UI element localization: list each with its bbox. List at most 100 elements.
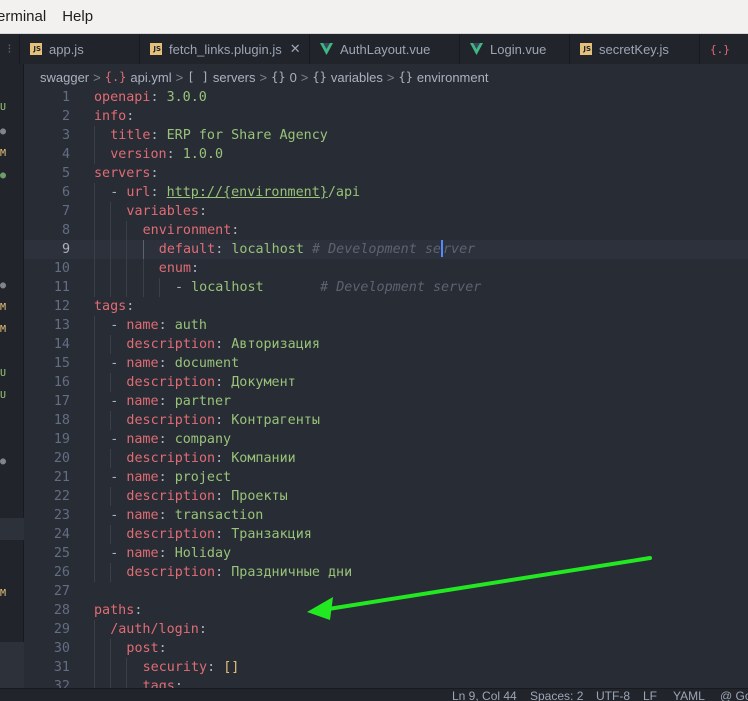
- code-token: Транзакция: [231, 527, 312, 542]
- code-token: version: [110, 147, 167, 162]
- code-content: servers:: [94, 164, 159, 183]
- tab-app-js[interactable]: JS app.js: [20, 34, 140, 64]
- breadcrumb-separator: >: [300, 69, 309, 85]
- indent-guide: [94, 145, 95, 164]
- code-line[interactable]: 28 paths:: [24, 601, 748, 620]
- line-ending-status[interactable]: LF: [643, 690, 657, 701]
- code-line[interactable]: 31 security: []: [24, 658, 748, 677]
- code-content: description: Транзакция: [126, 525, 311, 544]
- indent-guide: [94, 202, 95, 221]
- indent-guide: [110, 240, 112, 259]
- code-token: name: [126, 546, 159, 561]
- code-line[interactable]: 5 servers:: [24, 164, 748, 183]
- indent-guide: [94, 126, 95, 145]
- code-content: security: []: [143, 658, 240, 677]
- tab-label: Login.vue: [490, 41, 547, 57]
- tab-overflow-right[interactable]: {.}: [700, 34, 730, 64]
- code-line[interactable]: 1 openapi: 3.0.0: [24, 88, 748, 107]
- code-token: Документ: [231, 375, 296, 390]
- code-line[interactable]: 29/auth/login:: [24, 620, 748, 639]
- indentation-status[interactable]: Spaces: 2: [530, 690, 583, 701]
- code-line[interactable]: 11 - localhost # Development server: [24, 278, 748, 297]
- code-token: ERP for Share Agency: [166, 128, 328, 143]
- code-token: environment: [142, 223, 232, 238]
- code-line[interactable]: 18 description: Контрагенты: [24, 411, 748, 430]
- code-token: :: [158, 508, 175, 523]
- line-number: 12: [53, 299, 70, 314]
- code-line[interactable]: 12 tags:: [24, 297, 748, 316]
- code-line[interactable]: 26 description: Праздничные дни: [24, 563, 748, 582]
- code-line[interactable]: 25 - name: Holiday: [24, 544, 748, 563]
- indent-guide: [94, 411, 95, 430]
- breadcrumb-item[interactable]: environment: [417, 70, 489, 85]
- code-line[interactable]: 8 environment:: [24, 221, 748, 240]
- go-live-status[interactable]: @ Go: [720, 690, 748, 701]
- code-content: tags:: [94, 297, 134, 316]
- indent-guide: [94, 525, 95, 544]
- code-line[interactable]: 23 - name: transaction: [24, 506, 748, 525]
- code-token: :: [174, 679, 183, 688]
- close-icon[interactable]: ✕: [290, 41, 301, 57]
- code-line[interactable]: 16 description: Документ: [24, 373, 748, 392]
- tab-overflow-left[interactable]: ⁝: [0, 34, 20, 64]
- code-token: :: [158, 641, 167, 656]
- code-content: - name: partner: [110, 392, 231, 411]
- code-token: info: [94, 109, 127, 124]
- code-line[interactable]: 20 description: Компании: [24, 449, 748, 468]
- line-number: 17: [53, 394, 70, 409]
- code-token: Компании: [231, 451, 296, 466]
- code-line[interactable]: 2 info:: [24, 107, 748, 126]
- cursor-position-status[interactable]: Ln 9, Col 44: [452, 690, 517, 701]
- breadcrumb-item[interactable]: 0: [290, 70, 297, 85]
- tab-authlayout-vue[interactable]: AuthLayout.vue: [310, 34, 460, 64]
- code-token: :: [150, 90, 167, 105]
- code-line[interactable]: 32 tags:: [24, 677, 748, 688]
- breadcrumb-item[interactable]: variables: [331, 70, 383, 85]
- code-token: Holiday: [174, 546, 232, 561]
- code-token: tags: [94, 299, 127, 314]
- menu-item-erminal[interactable]: erminal: [0, 0, 52, 34]
- code-line[interactable]: 9 default: localhost # Development se rver: [24, 239, 748, 259]
- code-line[interactable]: 13 - name: auth: [24, 316, 748, 335]
- chevron-left-icon: ⁝: [7, 41, 12, 56]
- code-token: rver: [442, 242, 476, 257]
- tab-label: AuthLayout.vue: [340, 41, 431, 57]
- code-line[interactable]: 10 enum:: [24, 259, 748, 278]
- code-token: openapi: [94, 90, 151, 105]
- code-line[interactable]: 19 - name: company: [24, 430, 748, 449]
- code-line[interactable]: 15 - name: document: [24, 354, 748, 373]
- code-line[interactable]: 3 title: ERP for Share Agency: [24, 126, 748, 145]
- code-editor[interactable]: 1 openapi: 3.0.0 2 info: 3 title: ERP for Sha…: [24, 88, 748, 688]
- object-icon: {}: [271, 70, 286, 84]
- code-line[interactable]: 17 - name: partner: [24, 392, 748, 411]
- tab-secretkey-js[interactable]: JS secretKey.js: [570, 34, 700, 64]
- tab-fetch-links-plugin-js[interactable]: JS fetch_links.plugin.js ✕: [140, 34, 310, 64]
- indent-guide: [110, 487, 112, 506]
- language-mode-status[interactable]: YAML: [673, 690, 705, 701]
- git-status-marker: ●: [0, 170, 7, 181]
- code-line[interactable]: 14 description: Авторизация: [24, 335, 748, 354]
- tab-login-vue[interactable]: Login.vue: [460, 34, 570, 64]
- tab-label: fetch_links.plugin.js: [169, 41, 282, 57]
- code-line[interactable]: 27: [24, 582, 748, 601]
- indent-guide: [94, 354, 95, 373]
- git-status-marker: U: [0, 368, 7, 379]
- menu-item-help[interactable]: Help: [56, 0, 99, 34]
- code-line[interactable]: 4 version: 1.0.0: [24, 145, 748, 164]
- code-line[interactable]: 6 - url: http://{environment}/api: [24, 183, 748, 202]
- encoding-status[interactable]: UTF-8: [596, 690, 630, 701]
- indent-guide: [110, 639, 112, 658]
- code-line[interactable]: 21 - name: project: [24, 468, 748, 487]
- code-line[interactable]: 7 variables:: [24, 202, 748, 221]
- breadcrumb-item[interactable]: api.yml: [130, 70, 171, 85]
- git-status-marker: M: [0, 302, 7, 313]
- code-line[interactable]: 24 description: Транзакция: [24, 525, 748, 544]
- code-line[interactable]: 30 post:: [24, 639, 748, 658]
- code-content: description: Документ: [126, 373, 295, 392]
- code-token: name: [126, 318, 159, 333]
- breadcrumb-item[interactable]: swagger: [40, 70, 89, 85]
- code-line[interactable]: 22 description: Проекты: [24, 487, 748, 506]
- breadcrumb-item[interactable]: servers: [213, 70, 256, 85]
- code-token: :: [191, 261, 200, 276]
- line-number: 32: [53, 679, 70, 688]
